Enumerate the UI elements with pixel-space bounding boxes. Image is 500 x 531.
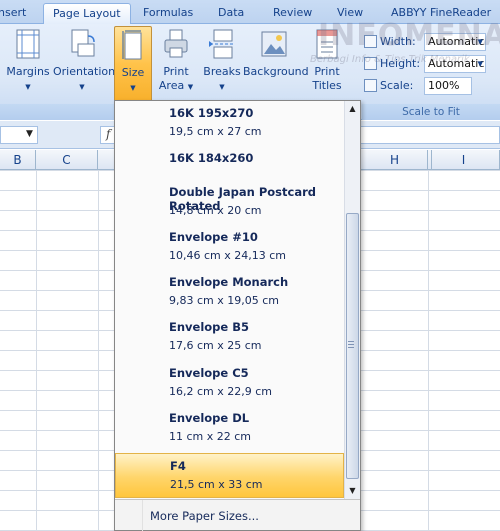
paper-size-name: 16K 195x270	[169, 106, 254, 120]
paper-size-name: Envelope C5	[169, 366, 249, 380]
margins-dropdown-icon: ▼	[25, 83, 31, 91]
dropdown-footer: More Paper Sizes...	[115, 499, 360, 531]
tab-insert[interactable]: nsert	[0, 3, 26, 24]
paper-size-item[interactable]: Envelope Monarch 9,83 cm x 19,05 cm	[115, 270, 344, 315]
scrollbar-grip-icon	[348, 341, 354, 348]
size-dropdown-icon: ▼	[130, 84, 136, 92]
more-paper-sizes-link[interactable]: More Paper Sizes...	[150, 509, 259, 523]
paper-size-name: F4	[170, 459, 186, 473]
breaks-button[interactable]: Breaks ▼	[203, 28, 241, 94]
paper-size-list: 16K 195x270 19,5 cm x 27 cm 16K 184x260 …	[115, 101, 344, 499]
name-box-dropdown-icon[interactable]: ▼	[26, 129, 33, 139]
paper-size-name: Envelope DL	[169, 411, 250, 425]
paper-size-dimensions: 16,2 cm x 22,9 cm	[169, 385, 273, 398]
scroll-up-icon[interactable]: ▲	[345, 101, 360, 117]
menu-icon-column	[115, 500, 143, 531]
column-header-c[interactable]: C	[36, 150, 98, 170]
orientation-button[interactable]: Orientation ▼	[53, 28, 115, 94]
page-setup-caption-area	[0, 104, 114, 120]
print-area-dropdown-icon: ▼	[187, 83, 194, 91]
paper-size-icon	[122, 30, 142, 60]
paper-size-name: Envelope #10	[169, 230, 258, 244]
scale-row: Scale: 100%	[362, 76, 500, 96]
breaks-dropdown-icon: ▼	[219, 83, 225, 91]
background-label: Background	[243, 65, 309, 78]
paper-size-dimensions: 17,6 cm x 25 cm	[169, 339, 262, 352]
margins-icon	[16, 29, 40, 59]
watermark-logo: INFOMENARIK	[318, 18, 500, 53]
column-header-h[interactable]: H	[362, 150, 428, 170]
column-header-b[interactable]: B	[0, 150, 36, 170]
paper-size-name: Envelope Monarch	[169, 275, 289, 289]
watermark-tagline: Berbagi Info & Tips Trik Menarik	[310, 54, 470, 65]
print-area-label-2: Area	[158, 79, 185, 92]
background-picture-icon	[261, 31, 287, 57]
grid-line	[428, 170, 429, 531]
paper-size-dimensions: 9,83 cm x 19,05 cm	[169, 294, 280, 307]
orientation-label: Orientation	[53, 65, 116, 78]
paper-size-item[interactable]: Double Japan Postcard Rotated 14,8 cm x …	[115, 180, 344, 225]
paper-size-dimensions: 10,46 cm x 24,13 cm	[169, 249, 287, 262]
grid-line	[36, 170, 37, 531]
paper-size-item-selected[interactable]: F4 21,5 cm x 33 cm	[115, 453, 344, 498]
scale-input[interactable]: 100%	[424, 77, 472, 95]
breaks-label: Breaks	[203, 65, 241, 78]
tab-review[interactable]: Review	[273, 3, 312, 24]
paper-size-name: Envelope B5	[169, 320, 249, 334]
column-header-i[interactable]: I	[428, 150, 500, 170]
orientation-icon	[71, 29, 95, 57]
print-titles-label-2: Titles	[312, 79, 342, 92]
paper-size-dimensions: 19,5 cm x 27 cm	[169, 125, 262, 138]
paper-size-name: 16K 184x260	[169, 151, 254, 165]
paper-size-dimensions: 14,8 cm x 20 cm	[169, 204, 262, 217]
margins-label: Margins	[6, 65, 50, 78]
scale-icon	[364, 79, 377, 92]
print-titles-label-1: Print	[314, 65, 340, 78]
paper-size-item[interactable]: Envelope B5 17,6 cm x 25 cm	[115, 315, 344, 360]
scroll-down-icon[interactable]: ▼	[345, 483, 360, 499]
background-button[interactable]: Background	[243, 28, 309, 79]
print-area-label-1: Print	[163, 65, 189, 78]
tab-data[interactable]: Data	[218, 3, 244, 24]
page-break-icon	[209, 29, 234, 59]
function-icon[interactable]: f	[106, 127, 110, 141]
grid-line	[98, 170, 99, 531]
size-button[interactable]: Size ▼	[114, 26, 152, 102]
tab-formulas[interactable]: Formulas	[143, 3, 193, 24]
print-area-button[interactable]: Print Area ▼	[158, 28, 194, 94]
paper-size-item[interactable]: Envelope #10 10,46 cm x 24,13 cm	[115, 225, 344, 270]
scale-label: Scale:	[380, 79, 414, 92]
margins-button[interactable]: Margins ▼	[6, 28, 50, 94]
paper-size-dropdown: 16K 195x270 19,5 cm x 27 cm 16K 184x260 …	[114, 100, 361, 531]
dropdown-scrollbar[interactable]: ▲ ▼	[344, 101, 360, 499]
paper-size-dimensions: 11 cm x 22 cm	[169, 430, 252, 443]
paper-size-dimensions: 21,5 cm x 33 cm	[170, 478, 263, 491]
size-label: Size	[121, 66, 145, 79]
scale-to-fit-caption: Scale to Fit	[362, 104, 500, 120]
tab-page-layout[interactable]: Page Layout	[43, 3, 131, 24]
orientation-dropdown-icon: ▼	[79, 83, 85, 91]
printer-icon	[164, 29, 188, 58]
paper-size-item[interactable]: Envelope C5 16,2 cm x 22,9 cm	[115, 361, 344, 406]
paper-size-item[interactable]: 16K 195x270 19,5 cm x 27 cm	[115, 101, 344, 146]
paper-size-item[interactable]: Envelope DL 11 cm x 22 cm	[115, 406, 344, 451]
